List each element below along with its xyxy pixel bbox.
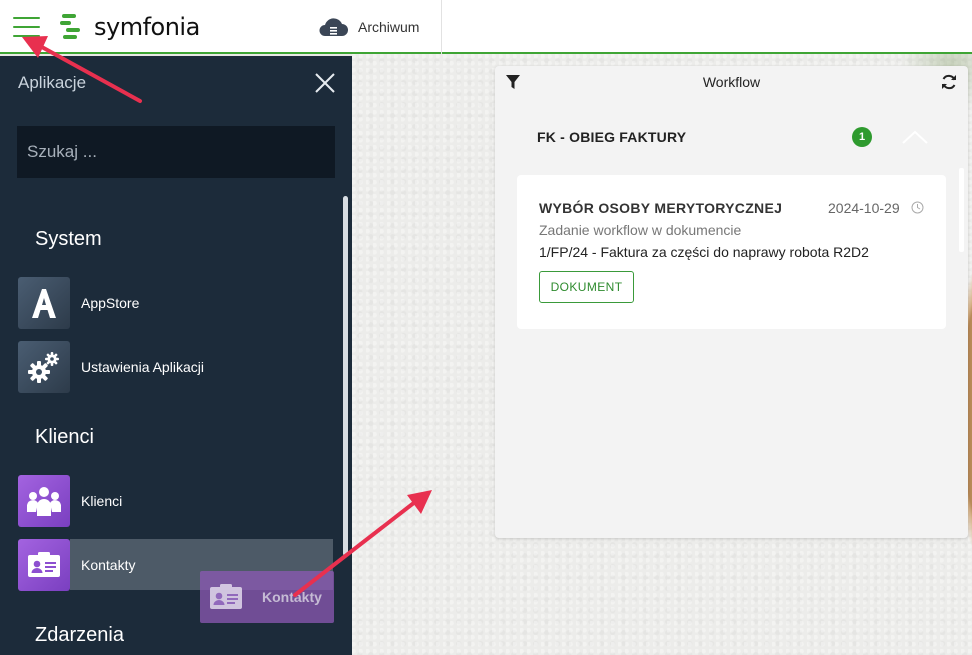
letter-a-icon [32,289,56,318]
logo-text: symfonia [94,13,200,41]
app-item-label: AppStore [81,295,140,311]
tab-archiwum[interactable]: Archiwum [302,0,442,54]
task-title: WYBÓR OSOBY MERYTORYCZNEJ [539,200,783,216]
section-title-klienci: Klienci [35,426,94,448]
app-item-klienci[interactable]: Klienci [18,475,333,527]
app-item-ustawienia[interactable]: Ustawienia Aplikacji [18,341,333,393]
task-subtitle: Zadanie workflow w dokumencie [539,222,742,238]
gears-icon [28,352,59,383]
symfonia-logo: symfonia [60,12,200,42]
app-item-appstore[interactable]: AppStore [18,277,333,329]
close-icon[interactable] [314,72,336,94]
app-item-label: Klienci [81,493,123,509]
refresh-icon[interactable] [941,74,957,90]
workflow-task-card[interactable]: WYBÓR OSOBY MERYTORYCZNEJ 2024-10-29 Zad… [517,175,946,329]
people-group-icon [27,487,61,516]
widget-title: Workflow [702,74,761,90]
cloud-archive-icon [319,18,348,36]
widget-scrollbar[interactable] [959,168,964,252]
panel-scrollbar[interactable] [343,196,348,556]
klienci-tile [18,475,70,527]
ghost-label: Kontakty [262,589,322,605]
symfonia-mark-icon [60,14,80,39]
app-item-label: Kontakty [81,557,136,573]
tab-label: Archiwum [358,19,420,35]
settings-tile [18,341,70,393]
dragged-app-ghost[interactable]: Kontakty [200,571,334,623]
appstore-tile [18,277,70,329]
section-title-system: System [35,228,102,250]
task-date: 2024-10-29 [828,200,900,216]
document-button[interactable]: DOKUMENT [539,271,634,303]
chevron-up-icon[interactable] [901,129,929,145]
clock-icon [911,201,924,214]
workflow-widget: Workflow FK - OBIEG FAKTURY 1 WYBÓR OSOB… [495,66,968,538]
applications-panel: Aplikacje System AppStore [0,56,352,655]
section-title-zdarzenia: Zdarzenia [35,624,124,646]
app-item-label: Ustawienia Aplikacji [81,359,204,375]
search-input[interactable] [17,126,335,178]
workflow-group-title[interactable]: FK - OBIEG FAKTURY [537,129,686,145]
top-bar: symfonia Archiwum [0,0,972,54]
hamburger-menu-icon[interactable] [8,10,44,44]
contact-card-icon [210,584,242,609]
task-document: 1/FP/24 - Faktura za części do naprawy r… [539,244,869,260]
contact-card-icon [28,552,60,577]
count-badge: 1 [852,127,872,147]
kontakty-tile [18,539,70,591]
panel-title: Aplikacje [18,73,87,92]
